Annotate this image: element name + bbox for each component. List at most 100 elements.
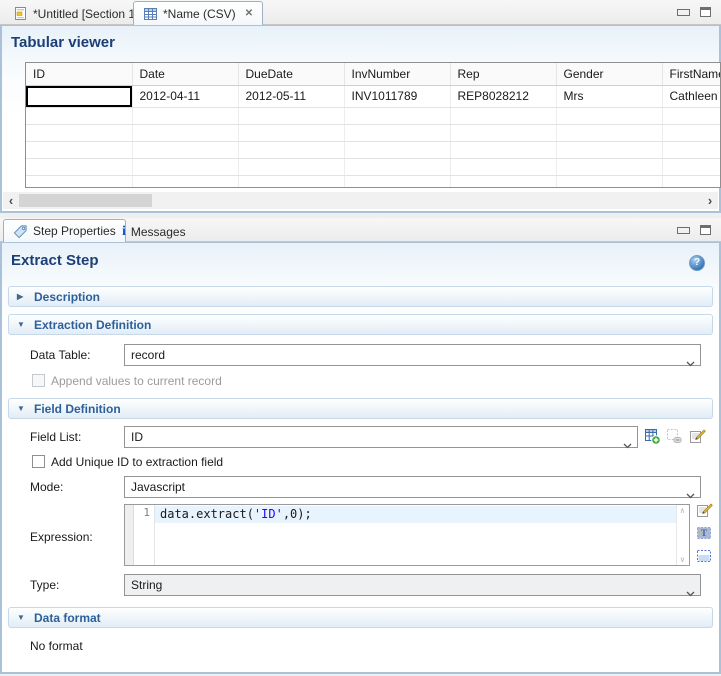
column-header-rep[interactable]: Rep xyxy=(450,63,556,85)
table-cell[interactable] xyxy=(26,175,132,188)
table-cell[interactable] xyxy=(450,175,556,188)
type-combo[interactable]: String xyxy=(124,574,701,596)
section-label: Field Definition xyxy=(34,402,121,416)
table-cell[interactable] xyxy=(132,107,238,124)
table-cell[interactable] xyxy=(450,124,556,141)
column-header-invnumber[interactable]: InvNumber xyxy=(344,63,450,85)
scrollbar-thumb[interactable] xyxy=(19,194,152,207)
table-cell[interactable] xyxy=(662,107,721,124)
table-cell[interactable] xyxy=(26,158,132,175)
properties-tabbar: Step Properties Messages xyxy=(0,218,721,242)
help-icon[interactable] xyxy=(689,255,705,271)
section-description[interactable]: Description xyxy=(8,286,713,307)
edit-field-icon xyxy=(689,428,706,445)
horizontal-scrollbar[interactable] xyxy=(3,192,718,209)
tab-label: Step Properties xyxy=(33,224,116,238)
field-list-combo[interactable]: ID xyxy=(124,426,638,448)
remove-field-button-disabled[interactable] xyxy=(666,428,684,446)
table-cell[interactable] xyxy=(132,124,238,141)
table-cell[interactable] xyxy=(132,158,238,175)
tab-step-properties[interactable]: Step Properties xyxy=(3,219,126,242)
table-cell[interactable] xyxy=(556,158,662,175)
editor-tab-name-csv[interactable]: *Name (CSV) xyxy=(133,1,263,25)
table-cell[interactable] xyxy=(662,175,721,188)
table-cell[interactable] xyxy=(344,141,450,158)
svg-text:T: T xyxy=(701,528,707,538)
add-unique-id-checkbox[interactable] xyxy=(32,455,45,468)
table-cell[interactable] xyxy=(238,124,344,141)
chevron-down-icon xyxy=(623,435,632,455)
section-extraction-definition[interactable]: Extraction Definition xyxy=(8,314,713,335)
table-cell[interactable]: INV1011789 xyxy=(344,85,450,107)
column-header-gender[interactable]: Gender xyxy=(556,63,662,85)
expression-code-area[interactable]: data.extract('ID',0); xyxy=(155,505,676,565)
use-selected-text-button[interactable]: T xyxy=(696,525,714,543)
table-cell[interactable] xyxy=(26,124,132,141)
table-cell[interactable]: Cathleen xyxy=(662,85,721,107)
table-cell[interactable] xyxy=(556,175,662,188)
expression-code-line[interactable]: data.extract('ID',0); xyxy=(155,506,676,523)
use-selection-button[interactable] xyxy=(696,548,714,566)
table-cell[interactable] xyxy=(26,107,132,124)
column-header-id[interactable]: ID xyxy=(26,63,132,85)
table-cell[interactable] xyxy=(556,141,662,158)
maximize-button[interactable] xyxy=(700,225,711,235)
editor-tab-untitled-section[interactable]: *Untitled [Section 1] xyxy=(4,2,147,25)
table-cell[interactable] xyxy=(344,158,450,175)
table-cell[interactable]: Mrs xyxy=(556,85,662,107)
table-cell[interactable] xyxy=(238,141,344,158)
table-cell[interactable] xyxy=(556,107,662,124)
scroll-right-icon[interactable] xyxy=(702,192,718,209)
column-header-date[interactable]: Date xyxy=(132,63,238,85)
minimize-button[interactable] xyxy=(677,7,688,16)
add-unique-id-label: Add Unique ID to extraction field xyxy=(51,455,223,469)
table-cell[interactable]: 2012-04-11 xyxy=(132,85,238,107)
edit-field-button[interactable] xyxy=(689,428,707,446)
table-cell[interactable] xyxy=(132,141,238,158)
table-cell[interactable] xyxy=(662,124,721,141)
table-cell[interactable] xyxy=(238,175,344,188)
section-data-format[interactable]: Data format xyxy=(8,607,713,628)
scroll-left-icon[interactable] xyxy=(3,192,19,209)
open-expression-editor-button[interactable] xyxy=(696,502,714,520)
table-cell-selected[interactable]: CU01522592 xyxy=(26,85,132,107)
tab-label: Messages xyxy=(131,225,186,239)
tab-messages[interactable]: Messages xyxy=(113,220,195,243)
expression-scrollbar[interactable] xyxy=(676,505,689,565)
table-cell[interactable] xyxy=(132,175,238,188)
table-cell[interactable] xyxy=(26,141,132,158)
expression-editor[interactable]: 1 data.extract('ID',0); xyxy=(124,504,690,566)
table-header-row: ID Date DueDate InvNumber Rep Gender Fir… xyxy=(26,63,721,85)
table-cell[interactable] xyxy=(344,107,450,124)
combo-value: ID xyxy=(131,430,143,444)
table-cell[interactable] xyxy=(450,107,556,124)
data-table-combo[interactable]: record xyxy=(124,344,701,366)
table-cell[interactable] xyxy=(344,124,450,141)
table-cell[interactable] xyxy=(662,141,721,158)
table-cell[interactable] xyxy=(450,141,556,158)
table-cell[interactable] xyxy=(238,158,344,175)
editor-tab-label: *Name (CSV) xyxy=(163,7,236,21)
properties-panel: Step Properties Messages Extract Step De… xyxy=(0,218,721,676)
section-label: Description xyxy=(34,290,100,304)
column-header-firstname[interactable]: FirstName xyxy=(662,63,721,85)
table-cell[interactable] xyxy=(556,124,662,141)
table-cell[interactable]: REP8028212 xyxy=(450,85,556,107)
table-cell[interactable] xyxy=(450,158,556,175)
table-cell[interactable] xyxy=(238,107,344,124)
minimize-button[interactable] xyxy=(677,225,688,234)
section-field-definition[interactable]: Field Definition xyxy=(8,398,713,419)
table-cell[interactable] xyxy=(344,175,450,188)
add-field-button[interactable] xyxy=(644,428,662,446)
combo-value: String xyxy=(131,578,162,592)
tabular-viewer-title: Tabular viewer xyxy=(11,34,115,51)
data-format-value: No format xyxy=(30,639,83,653)
maximize-button[interactable] xyxy=(700,7,711,17)
table-cell[interactable]: 2012-05-11 xyxy=(238,85,344,107)
table-row-empty xyxy=(26,124,721,141)
region-selection-icon xyxy=(696,548,712,564)
table-cell[interactable] xyxy=(662,158,721,175)
column-header-duedate[interactable]: DueDate xyxy=(238,63,344,85)
close-icon[interactable] xyxy=(245,8,253,19)
mode-combo[interactable]: Javascript xyxy=(124,476,701,498)
